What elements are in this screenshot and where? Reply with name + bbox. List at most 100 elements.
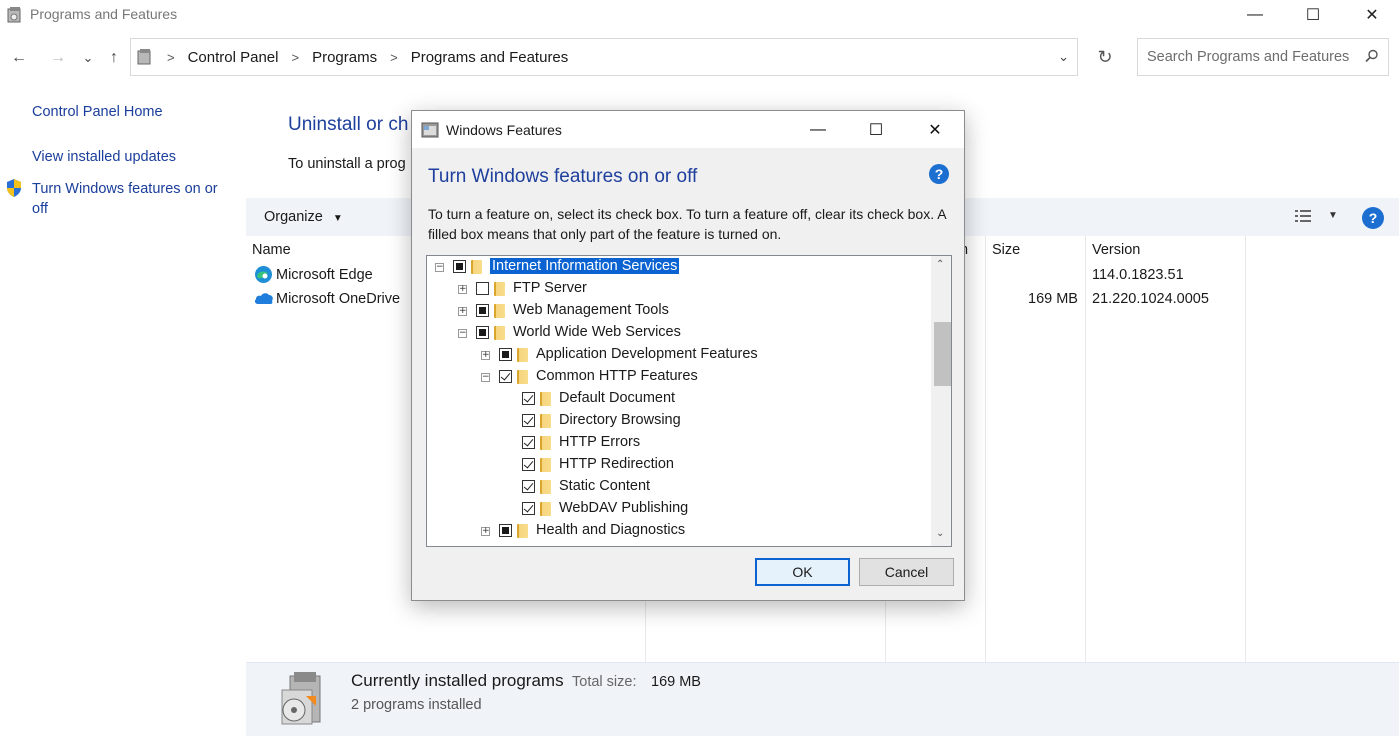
feature-tree-item[interactable]: + Health and Diagnostics xyxy=(427,521,932,543)
collapse-icon[interactable]: − xyxy=(481,373,490,382)
feature-tree[interactable]: − Internet Information Services + FTP Serve… xyxy=(426,255,952,547)
feature-tree-item[interactable]: HTTP Redirection xyxy=(427,455,932,477)
expand-icon[interactable]: + xyxy=(481,527,490,536)
feature-tree-item[interactable]: − World Wide Web Services xyxy=(427,323,932,345)
program-name: Microsoft OneDrive xyxy=(276,291,401,307)
edge-icon xyxy=(254,265,273,287)
feature-tree-item[interactable]: HTTP Errors xyxy=(427,433,932,455)
column-header-version[interactable]: Version xyxy=(1092,242,1140,258)
collapse-icon[interactable]: − xyxy=(435,263,444,272)
folder-icon xyxy=(540,392,551,406)
recent-locations-button[interactable]: ⌄ xyxy=(76,46,100,70)
feature-checkbox[interactable] xyxy=(522,436,535,449)
folder-icon xyxy=(540,502,551,516)
view-options-icon[interactable] xyxy=(1294,208,1314,227)
folder-icon xyxy=(540,436,551,450)
feature-tree-item[interactable]: Static Content xyxy=(427,477,932,499)
folder-icon xyxy=(494,326,505,340)
search-icon xyxy=(1365,49,1379,66)
program-name: Microsoft Edge xyxy=(276,267,373,283)
dialog-heading: Turn Windows features on or off xyxy=(428,166,698,187)
expand-icon[interactable]: + xyxy=(458,285,467,294)
sidebar-item-turn-windows-features[interactable]: Turn Windows features on or off xyxy=(32,179,232,219)
expand-icon[interactable]: + xyxy=(481,351,490,360)
feature-checkbox[interactable] xyxy=(499,524,512,537)
folder-icon xyxy=(471,260,482,274)
feature-checkbox[interactable] xyxy=(522,458,535,471)
feature-checkbox[interactable] xyxy=(476,304,489,317)
breadcrumb-control-panel[interactable]: Control Panel xyxy=(188,49,279,66)
tree-scrollbar[interactable]: ⌃ ⌄ xyxy=(931,256,951,546)
feature-checkbox[interactable] xyxy=(522,414,535,427)
dialog-title: Windows Features xyxy=(446,122,562,138)
feature-tree-item[interactable]: Directory Browsing xyxy=(427,411,932,433)
collapse-icon[interactable]: − xyxy=(458,329,467,338)
column-header-name[interactable]: Name xyxy=(252,242,291,258)
feature-label: HTTP Errors xyxy=(559,434,641,450)
feature-label: Default Document xyxy=(559,390,676,406)
folder-icon xyxy=(517,370,528,384)
scrollbar-thumb[interactable] xyxy=(934,322,951,386)
dialog-maximize-button[interactable]: ☐ xyxy=(853,115,899,145)
feature-tree-item[interactable]: + Web Management Tools xyxy=(427,301,932,323)
feature-checkbox[interactable] xyxy=(453,260,466,273)
back-button[interactable]: ← xyxy=(7,46,31,70)
cancel-button[interactable]: Cancel xyxy=(859,558,954,586)
sidebar-item-control-panel-home[interactable]: Control Panel Home xyxy=(32,104,163,120)
scroll-up-icon[interactable]: ⌃ xyxy=(936,259,944,270)
expand-icon[interactable]: + xyxy=(458,307,467,316)
breadcrumb-programs-and-features[interactable]: Programs and Features xyxy=(411,49,569,66)
close-button[interactable]: ✕ xyxy=(1349,0,1395,30)
breadcrumb-separator: > xyxy=(390,49,398,65)
program-version: 21.220.1024.0005 xyxy=(1092,291,1209,307)
view-dropdown-icon[interactable]: ▼ xyxy=(1328,210,1338,221)
feature-label: World Wide Web Services xyxy=(513,324,681,340)
dialog-minimize-button[interactable]: — xyxy=(795,115,841,145)
shield-icon xyxy=(5,178,23,201)
refresh-button[interactable]: ↻ xyxy=(1086,38,1124,76)
breadcrumb-separator: > xyxy=(291,49,300,65)
feature-checkbox[interactable] xyxy=(476,326,489,339)
dialog-help-icon[interactable]: ? xyxy=(929,164,949,184)
search-input[interactable]: Search Programs and Features xyxy=(1137,38,1389,76)
scroll-down-icon[interactable]: ⌄ xyxy=(936,528,944,539)
folder-icon xyxy=(540,458,551,472)
feature-label: FTP Server xyxy=(513,280,587,296)
forward-button[interactable]: → xyxy=(46,46,70,70)
ok-button[interactable]: OK xyxy=(755,558,850,586)
breadcrumb-programs[interactable]: Programs xyxy=(312,49,377,66)
dialog-close-button[interactable]: ✕ xyxy=(912,115,958,145)
dialog-description: To turn a feature on, select its check b… xyxy=(428,206,946,242)
feature-label: HTTP Redirection xyxy=(559,456,674,472)
feature-tree-item[interactable]: WebDAV Publishing xyxy=(427,499,932,521)
feature-label: Health and Diagnostics xyxy=(536,522,686,538)
up-button[interactable]: ↑ xyxy=(102,46,126,70)
feature-checkbox[interactable] xyxy=(522,392,535,405)
feature-tree-item[interactable]: Default Document xyxy=(427,389,932,411)
feature-tree-item[interactable]: + Application Development Features xyxy=(427,345,932,367)
feature-label: Directory Browsing xyxy=(559,412,681,428)
feature-tree-item[interactable]: + FTP Server xyxy=(427,279,932,301)
help-icon[interactable]: ? xyxy=(1362,207,1384,229)
feature-checkbox[interactable] xyxy=(522,480,535,493)
folder-icon xyxy=(540,480,551,494)
search-placeholder: Search Programs and Features xyxy=(1147,49,1350,65)
feature-tree-item[interactable]: − Common HTTP Features xyxy=(427,367,932,389)
total-size-label: Total size: xyxy=(572,674,637,690)
windows-features-dialog: Windows Features — ☐ ✕ Turn Windows feat… xyxy=(411,110,965,601)
address-dropdown-icon[interactable]: ⌄ xyxy=(1058,49,1069,65)
feature-checkbox[interactable] xyxy=(499,348,512,361)
maximize-button[interactable]: ☐ xyxy=(1290,0,1336,30)
feature-label: Application Development Features xyxy=(536,346,758,362)
feature-tree-item[interactable]: − Internet Information Services xyxy=(427,257,932,279)
feature-checkbox[interactable] xyxy=(522,502,535,515)
feature-checkbox[interactable] xyxy=(476,282,489,295)
organize-button[interactable]: Organize ▼ xyxy=(264,209,343,225)
address-bar[interactable]: > Control Panel > Programs > Programs an… xyxy=(130,38,1078,76)
sidebar-item-view-installed-updates[interactable]: View installed updates xyxy=(32,149,176,165)
folder-icon xyxy=(517,348,528,362)
column-header-size[interactable]: Size xyxy=(992,242,1020,258)
windows-features-icon xyxy=(421,121,439,142)
minimize-button[interactable]: — xyxy=(1232,0,1278,30)
feature-checkbox[interactable] xyxy=(499,370,512,383)
